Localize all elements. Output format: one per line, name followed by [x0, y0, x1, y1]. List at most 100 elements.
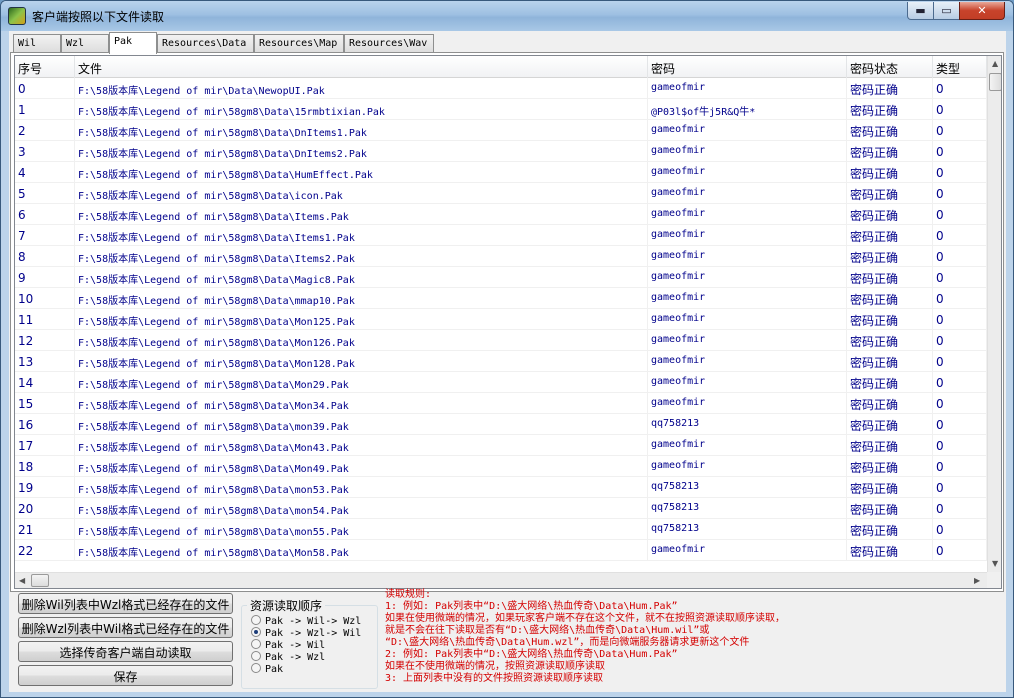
table-row[interactable]: 17 F:\58版本库\Legend of mir\58gm8\Data\Mon4… — [15, 435, 987, 456]
row-password: gameofmir — [648, 141, 847, 162]
read-order-option[interactable]: Pak — [251, 663, 283, 675]
row-type: 0 — [933, 78, 987, 99]
delete-wil-duplicates-button[interactable]: 删除Wil列表中Wzl格式已经存在的文件 — [18, 593, 233, 614]
row-index: 20 — [15, 498, 75, 519]
rule-line: 如果在不使用微端的情况，按照资源读取顺序读取 — [385, 661, 605, 672]
column-header-type[interactable]: 类型 — [933, 56, 987, 78]
read-order-option[interactable]: Pak -> Wil — [251, 639, 325, 651]
tab-resources-map[interactable]: Resources\Map — [254, 34, 344, 53]
table-row[interactable]: 21 F:\58版本库\Legend of mir\58gm8\Data\mon5… — [15, 519, 987, 540]
table-row[interactable]: 3 F:\58版本库\Legend of mir\58gm8\Data\DnIte… — [15, 141, 987, 162]
row-password-status: 密码正确 — [847, 540, 933, 561]
vertical-scrollbar[interactable]: ▲ ▼ — [987, 56, 1001, 572]
row-password: qq758213 — [648, 414, 847, 435]
table-row[interactable]: 5 F:\58版本库\Legend of mir\58gm8\Data\icon.… — [15, 183, 987, 204]
radio-icon[interactable] — [251, 663, 261, 673]
row-password-status: 密码正确 — [847, 99, 933, 120]
row-type: 0 — [933, 204, 987, 225]
column-header-password[interactable]: 密码 — [648, 56, 847, 78]
tab-wil[interactable]: Wil — [13, 34, 61, 53]
row-password: gameofmir — [648, 162, 847, 183]
row-file: F:\58版本库\Legend of mir\58gm8\Data\DnItem… — [75, 120, 648, 141]
close-button[interactable]: ✕ — [959, 2, 1005, 20]
scroll-right-icon[interactable]: ▶ — [974, 576, 980, 585]
table-row[interactable]: 0 F:\58版本库\Legend of mir\Data\NewopUI.Pak… — [15, 78, 987, 99]
minimize-button[interactable]: ▬ — [907, 2, 934, 20]
row-index: 12 — [15, 330, 75, 351]
table-row[interactable]: 11 F:\58版本库\Legend of mir\58gm8\Data\Mon1… — [15, 309, 987, 330]
radio-icon[interactable] — [251, 615, 261, 625]
row-file: F:\58版本库\Legend of mir\58gm8\Data\Mon43.… — [75, 435, 648, 456]
row-password-status: 密码正确 — [847, 477, 933, 498]
table-row[interactable]: 12 F:\58版本库\Legend of mir\58gm8\Data\Mon1… — [15, 330, 987, 351]
row-password-status: 密码正确 — [847, 246, 933, 267]
save-button[interactable]: 保存 — [18, 665, 233, 686]
table-row[interactable]: 20 F:\58版本库\Legend of mir\58gm8\Data\mon5… — [15, 498, 987, 519]
table-row[interactable]: 22 F:\58版本库\Legend of mir\58gm8\Data\Mon5… — [15, 540, 987, 561]
table-row[interactable]: 1 F:\58版本库\Legend of mir\58gm8\Data\15rmb… — [15, 99, 987, 120]
table-row[interactable]: 6 F:\58版本库\Legend of mir\58gm8\Data\Items… — [15, 204, 987, 225]
tab-wzl[interactable]: Wzl — [61, 34, 109, 53]
read-order-option[interactable]: Pak -> Wil-> Wzl — [251, 615, 361, 627]
table-row[interactable]: 4 F:\58版本库\Legend of mir\58gm8\Data\HumEf… — [15, 162, 987, 183]
column-header-index[interactable]: 序号 — [15, 56, 75, 78]
tab-pak[interactable]: Pak — [109, 32, 157, 54]
row-index: 6 — [15, 204, 75, 225]
table-row[interactable]: 15 F:\58版本库\Legend of mir\58gm8\Data\Mon3… — [15, 393, 987, 414]
row-password: gameofmir — [648, 183, 847, 204]
table-row[interactable]: 14 F:\58版本库\Legend of mir\58gm8\Data\Mon2… — [15, 372, 987, 393]
select-client-button[interactable]: 选择传奇客户端自动读取 — [18, 641, 233, 662]
row-type: 0 — [933, 519, 987, 540]
table-row[interactable]: 2 F:\58版本库\Legend of mir\58gm8\Data\DnIte… — [15, 120, 987, 141]
row-password: gameofmir — [648, 393, 847, 414]
delete-wzl-duplicates-button[interactable]: 删除Wzl列表中Wil格式已经存在的文件 — [18, 617, 233, 638]
tab-resources-wav[interactable]: Resources\Wav — [344, 34, 434, 53]
table-row[interactable]: 7 F:\58版本库\Legend of mir\58gm8\Data\Items… — [15, 225, 987, 246]
scroll-down-icon[interactable]: ▼ — [992, 559, 998, 568]
row-file: F:\58版本库\Legend of mir\58gm8\Data\Mon29.… — [75, 372, 648, 393]
row-password-status: 密码正确 — [847, 393, 933, 414]
row-password-status: 密码正确 — [847, 162, 933, 183]
row-index: 17 — [15, 435, 75, 456]
table-row[interactable]: 8 F:\58版本库\Legend of mir\58gm8\Data\Items… — [15, 246, 987, 267]
row-type: 0 — [933, 267, 987, 288]
read-order-option[interactable]: Pak -> Wzl — [251, 651, 325, 663]
row-file: F:\58版本库\Legend of mir\58gm8\Data\Items1… — [75, 225, 648, 246]
row-file: F:\58版本库\Legend of mir\58gm8\Data\Items.… — [75, 204, 648, 225]
read-order-option[interactable]: Pak -> Wzl-> Wil — [251, 627, 361, 639]
horizontal-scrollbar[interactable]: ◀ ▶ — [15, 572, 987, 588]
tab-panel-pak: 序号 文件 密码 密码状态 类型 0 F:\58版本库\Legend of mir… — [10, 52, 1004, 592]
row-password: gameofmir — [648, 267, 847, 288]
file-list[interactable]: 序号 文件 密码 密码状态 类型 0 F:\58版本库\Legend of mir… — [14, 55, 1002, 589]
table-row[interactable]: 16 F:\58版本库\Legend of mir\58gm8\Data\mon3… — [15, 414, 987, 435]
row-file: F:\58版本库\Legend of mir\58gm8\Data\mon39.… — [75, 414, 648, 435]
window-title: 客户端按照以下文件读取 — [32, 10, 165, 24]
radio-checked-icon[interactable] — [251, 627, 261, 637]
row-file: F:\58版本库\Legend of mir\58gm8\Data\Mon128… — [75, 351, 648, 372]
row-password-status: 密码正确 — [847, 435, 933, 456]
column-header-password-status[interactable]: 密码状态 — [847, 56, 933, 78]
column-header-file[interactable]: 文件 — [75, 56, 648, 78]
tab-resources-data[interactable]: Resources\Data — [157, 34, 254, 53]
row-password-status: 密码正确 — [847, 519, 933, 540]
table-row[interactable]: 19 F:\58版本库\Legend of mir\58gm8\Data\mon5… — [15, 477, 987, 498]
row-password: gameofmir — [648, 78, 847, 99]
row-type: 0 — [933, 435, 987, 456]
horizontal-scroll-thumb[interactable] — [31, 574, 49, 587]
row-password-status: 密码正确 — [847, 183, 933, 204]
vertical-scroll-thumb[interactable] — [989, 73, 1001, 91]
maximize-button[interactable]: ▭ — [933, 2, 960, 20]
row-password-status: 密码正确 — [847, 414, 933, 435]
app-icon — [8, 7, 26, 25]
title-bar[interactable]: 客户端按照以下文件读取 ▬ ▭ ✕ — [1, 1, 1013, 31]
radio-icon[interactable] — [251, 651, 261, 661]
table-row[interactable]: 9 F:\58版本库\Legend of mir\58gm8\Data\Magic… — [15, 267, 987, 288]
table-row[interactable]: 13 F:\58版本库\Legend of mir\58gm8\Data\Mon1… — [15, 351, 987, 372]
row-file: F:\58版本库\Legend of mir\58gm8\Data\Mon125… — [75, 309, 648, 330]
scroll-left-icon[interactable]: ◀ — [19, 576, 25, 585]
table-row[interactable]: 10 F:\58版本库\Legend of mir\58gm8\Data\mmap… — [15, 288, 987, 309]
row-index: 1 — [15, 99, 75, 120]
scroll-up-icon[interactable]: ▲ — [992, 59, 998, 68]
table-row[interactable]: 18 F:\58版本库\Legend of mir\58gm8\Data\Mon4… — [15, 456, 987, 477]
radio-icon[interactable] — [251, 639, 261, 649]
